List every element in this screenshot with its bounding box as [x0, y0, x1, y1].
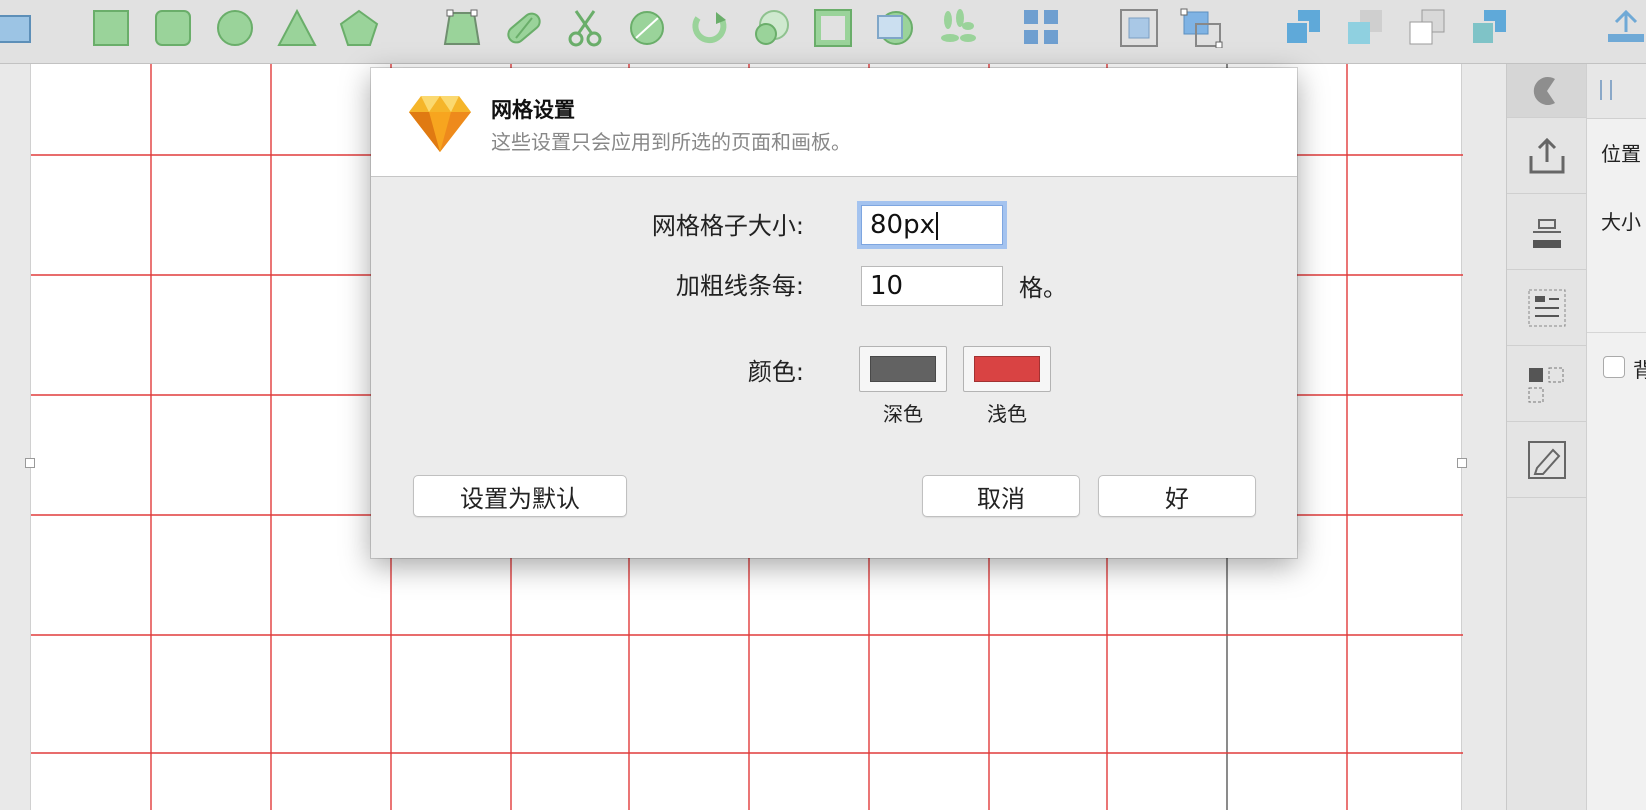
forward-icon[interactable] — [1282, 8, 1326, 48]
mask-icon[interactable] — [812, 8, 856, 48]
union-icon[interactable] — [502, 8, 546, 48]
send-back-icon[interactable] — [1468, 8, 1512, 48]
align-bottom-icon[interactable] — [1507, 194, 1587, 270]
column-icon — [1600, 80, 1612, 100]
oval-icon[interactable] — [214, 8, 258, 48]
dialog-title: 网格设置 — [491, 98, 575, 122]
background-checkbox[interactable] — [1603, 356, 1625, 378]
cancel-button[interactable]: 取消 — [922, 475, 1080, 517]
inspector-tab-bar — [1506, 64, 1587, 810]
scissors-icon[interactable] — [564, 8, 608, 48]
grid-size-label: 网格格子大小: — [651, 212, 804, 240]
size-label: 大小 — [1601, 210, 1641, 234]
export-icon[interactable] — [1507, 118, 1587, 194]
thick-lines-input[interactable]: 10 — [861, 266, 1003, 306]
triangle-icon[interactable] — [276, 8, 320, 48]
dark-color-label: 深色 — [883, 402, 923, 426]
background-checkbox-label: 背 — [1633, 354, 1646, 383]
grid-size-value: 80px — [870, 210, 935, 240]
group-icon[interactable] — [1180, 8, 1224, 48]
bring-front-icon[interactable] — [1406, 8, 1450, 48]
flatten-icon[interactable] — [874, 8, 918, 48]
scatter-icon[interactable] — [936, 8, 980, 48]
set-default-button[interactable]: 设置为默认 — [413, 475, 627, 517]
toolbar — [0, 0, 1646, 64]
dialog-header: 网格设置 这些设置只会应用到所选的页面和画板。 — [371, 68, 1297, 177]
polygon-icon[interactable] — [338, 8, 382, 48]
dialog-subtitle: 这些设置只会应用到所选的页面和画板。 — [491, 130, 851, 154]
ok-button[interactable]: 好 — [1098, 475, 1256, 517]
position-label: 位置 — [1601, 142, 1641, 166]
rounded-rectangle-icon[interactable] — [152, 8, 196, 48]
upload-icon[interactable] — [1604, 8, 1646, 48]
thick-lines-suffix: 格。 — [1019, 274, 1067, 302]
rotate-icon[interactable] — [688, 8, 732, 48]
text-layout-icon[interactable] — [1507, 270, 1587, 346]
artboard-resize-handle-left[interactable] — [25, 458, 35, 468]
frame-icon[interactable] — [1118, 8, 1162, 48]
light-color-well[interactable] — [963, 346, 1051, 392]
backward-icon[interactable] — [1344, 8, 1388, 48]
grid-size-input[interactable]: 80px — [861, 205, 1003, 245]
inspector-header — [1587, 64, 1646, 119]
light-color-swatch — [974, 356, 1040, 382]
rotate-copies-icon[interactable] — [626, 8, 670, 48]
colors-label: 颜色: — [747, 358, 804, 386]
thick-lines-label: 加粗线条每: — [675, 272, 804, 300]
dark-color-swatch — [870, 356, 936, 382]
transform-icon[interactable] — [440, 8, 484, 48]
thick-lines-value: 10 — [870, 271, 904, 301]
text-caret — [935, 211, 938, 240]
light-color-label: 浅色 — [987, 402, 1027, 426]
dark-color-well[interactable] — [859, 346, 947, 392]
symbol-icon[interactable] — [1507, 346, 1587, 422]
rectangle-icon[interactable] — [90, 8, 134, 48]
grid-settings-dialog: 网格设置 这些设置只会应用到所选的页面和画板。 网格格子大小: 80px 加粗线… — [371, 68, 1297, 558]
artboard-resize-handle-right[interactable] — [1457, 458, 1467, 468]
divider — [1587, 332, 1646, 333]
theme-icon[interactable] — [1507, 64, 1587, 118]
grid-layout-icon[interactable] — [1020, 8, 1064, 48]
offset-path-icon[interactable] — [750, 8, 794, 48]
artboard-icon[interactable] — [0, 8, 34, 48]
edit-icon[interactable] — [1507, 422, 1587, 498]
sketch-app-icon — [409, 96, 471, 152]
inspector-panel: 位置 大小 背 — [1586, 64, 1646, 810]
